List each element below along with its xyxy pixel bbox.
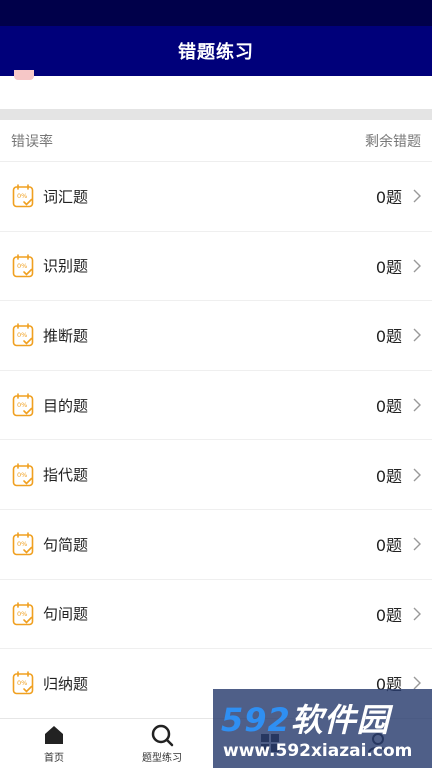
tab-practice-label: 题型练习 [142,753,182,764]
row-count: 0题 [375,327,402,347]
row-label: 句简题 [43,535,89,554]
calendar-badge-icon: 0% [12,671,34,695]
list-header: 错误率 剩余错题 [0,120,432,162]
watermark-logo: 592软件园 www.592xiazai.com [213,689,432,768]
row-label: 指代题 [43,466,89,485]
nav-bar: 错题练习 [0,26,432,76]
status-bar [0,0,432,26]
chevron-right-icon [413,398,421,412]
badge-text: 0% [17,401,27,409]
badge-text: 0% [17,262,27,270]
badge-text: 0% [17,540,27,548]
list-item[interactable]: 0% 词汇题 0题 [0,162,432,232]
list-item[interactable]: 0% 句简题 0题 [0,510,432,580]
chevron-right-icon [413,259,421,273]
tab-practice[interactable]: 题型练习 [108,719,216,768]
page-title: 错题练习 [178,42,254,63]
error-rate-header: 错误率 [11,133,53,150]
calendar-badge-icon: 0% [12,393,34,417]
row-count: 0题 [375,536,402,556]
row-label: 目的题 [43,396,89,415]
summary-card-edge [0,70,432,109]
row-label: 词汇题 [43,187,89,206]
row-count: 0题 [375,257,402,277]
row-count: 0题 [375,397,402,417]
row-count: 0题 [375,466,402,486]
row-label: 识别题 [43,257,89,276]
chevron-right-icon [413,328,421,342]
question-type-list: 0% 词汇题 0题 0% 识别题 0题 0% 推断题 0题 0% 目的题 0题 0% 指代题 0题 0% 句简题… [0,162,432,719]
remaining-header: 剩余错题 [365,133,421,150]
watermark-brand-num: 592 [221,701,291,739]
card-icon-edge [14,70,34,80]
badge-text: 0% [17,679,27,687]
list-item[interactable]: 0% 推断题 0题 [0,301,432,371]
tab-home-label: 首页 [44,753,64,764]
chevron-right-icon [413,537,421,551]
chevron-right-icon [413,607,421,621]
section-divider [0,109,432,120]
watermark-brand: 592软件园 [221,695,390,741]
calendar-badge-icon: 0% [12,254,34,278]
list-item[interactable]: 0% 指代题 0题 [0,440,432,510]
badge-text: 0% [17,471,27,479]
list-item[interactable]: 0% 识别题 0题 [0,232,432,302]
calendar-badge-icon: 0% [12,462,34,486]
watermark-brand-cn: 软件园 [290,701,390,739]
badge-text: 0% [17,331,27,339]
row-count: 0题 [375,605,402,625]
calendar-badge-icon: 0% [12,532,34,556]
list-item[interactable]: 0% 句间题 0题 [0,580,432,650]
badge-text: 0% [17,192,27,200]
row-count: 0题 [375,188,402,208]
home-icon [45,726,63,744]
row-label: 句间题 [43,605,89,624]
calendar-badge-icon: 0% [12,602,34,626]
calendar-badge-icon: 0% [12,184,34,208]
row-label: 推断题 [43,326,89,345]
tab-home[interactable]: 首页 [0,719,108,768]
chevron-right-icon [413,468,421,482]
search-icon [151,724,174,747]
watermark-url: www.592xiazai.com [223,741,413,761]
chevron-right-icon [413,189,421,203]
calendar-badge-icon: 0% [12,323,34,347]
badge-text: 0% [17,610,27,618]
list-item[interactable]: 0% 目的题 0题 [0,371,432,441]
